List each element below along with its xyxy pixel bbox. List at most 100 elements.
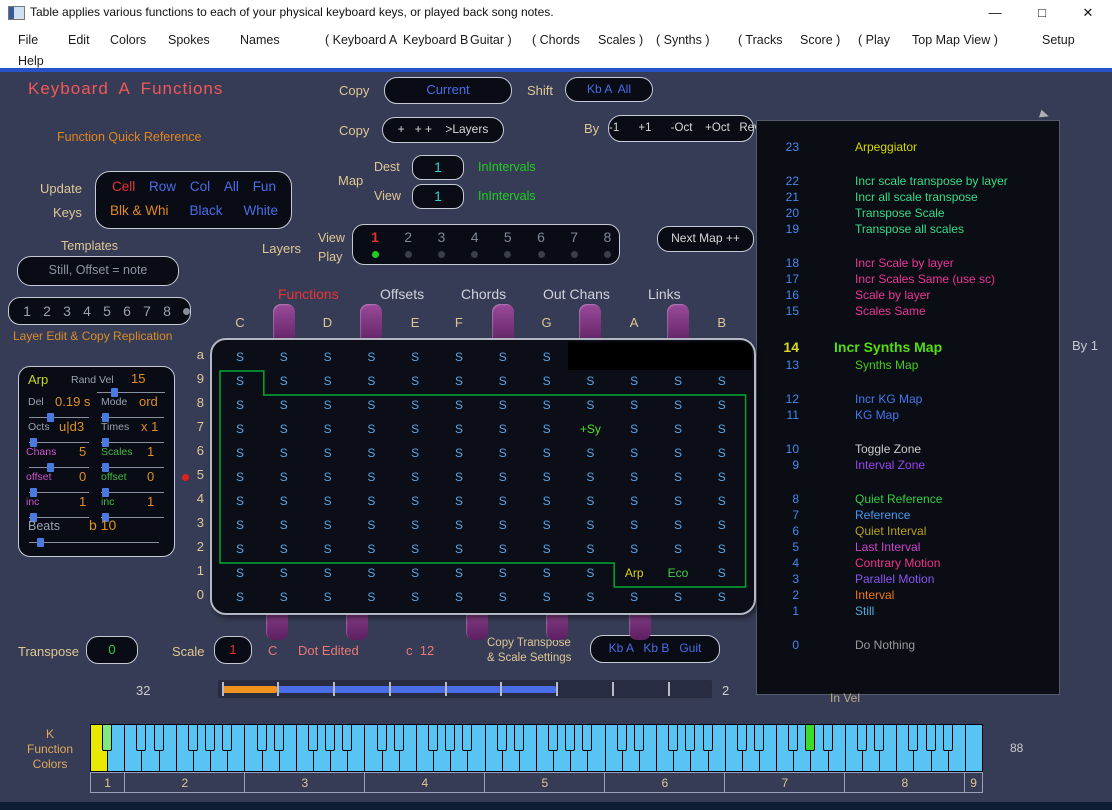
menu-item-scales[interactable]: Scales )	[598, 33, 643, 47]
function-row-17[interactable]: 17Incr Scales Same (use sc)	[757, 271, 1059, 287]
layer-play-dot[interactable]	[504, 251, 511, 258]
update-scope-cell[interactable]: Cell	[112, 179, 135, 194]
function-row-3[interactable]: 3Parallel Motion	[757, 571, 1059, 587]
tab-functions[interactable]: Functions	[278, 286, 339, 302]
del-slider[interactable]	[29, 417, 89, 418]
menu-item-keyboard-b[interactable]: Keyboard B	[403, 33, 468, 47]
function-row-12[interactable]: 12Incr KG Map	[757, 391, 1059, 407]
piano-black-key[interactable]	[908, 724, 918, 751]
copy-targets-button[interactable]: Kb A Kb B Guit	[590, 635, 720, 663]
shift-by-button[interactable]: -1 +1 -Oct +Oct Rev	[608, 115, 754, 142]
piano-black-key[interactable]	[325, 724, 335, 751]
function-row-16[interactable]: 16Scale by layer	[757, 287, 1059, 303]
piano-black-key[interactable]	[617, 724, 627, 751]
piano-black-key[interactable]	[102, 724, 112, 751]
layer-edit-number[interactable]: 2	[37, 303, 57, 319]
layer-play-dot[interactable]	[438, 251, 445, 258]
menu-item-help[interactable]: Help	[18, 54, 44, 68]
function-row-0[interactable]: 0Do Nothing	[757, 637, 1059, 653]
function-row-14[interactable]: 14Incr Synths Map	[757, 337, 1059, 357]
menu-item-names[interactable]: Names	[240, 33, 280, 47]
update-scope-all[interactable]: All	[224, 179, 239, 194]
menu-item-spokes[interactable]: Spokes	[168, 33, 210, 47]
menu-item-guitar[interactable]: Guitar )	[470, 33, 512, 47]
rand-vel-slider[interactable]	[97, 392, 165, 393]
update-scope-row[interactable]: Row	[149, 179, 176, 194]
piano-black-key[interactable]	[428, 724, 438, 751]
layer-edit-number[interactable]: 7	[137, 303, 157, 319]
function-row-10[interactable]: 10Toggle Zone	[757, 441, 1059, 457]
layer-edit-number[interactable]: 1	[17, 303, 37, 319]
map-view-field[interactable]: 1	[412, 184, 464, 209]
piano-black-key[interactable]	[685, 724, 695, 751]
layer-view-number[interactable]: 2	[398, 229, 418, 245]
layer-edit-number[interactable]: 6	[117, 303, 137, 319]
layer-edit-number[interactable]: 3	[57, 303, 77, 319]
layer-view-number[interactable]: 4	[465, 229, 485, 245]
update-keycolor-blk-whi[interactable]: Blk & Whi	[110, 203, 169, 218]
piano-black-key[interactable]	[257, 724, 267, 751]
tab-out-chans[interactable]: Out Chans	[543, 286, 610, 302]
function-row-2[interactable]: 2Interval	[757, 587, 1059, 603]
octs-slider[interactable]	[29, 442, 89, 443]
function-row-4[interactable]: 4Contrary Motion	[757, 555, 1059, 571]
function-row-20[interactable]: 20Transpose Scale	[757, 205, 1059, 221]
minimize-button[interactable]: —	[980, 3, 1010, 22]
piano-black-key[interactable]	[788, 724, 798, 751]
layer-view-number[interactable]: 8	[597, 229, 617, 245]
menu-item-chords[interactable]: ( Chords	[532, 33, 580, 47]
next-map-button[interactable]: Next Map ++	[657, 226, 754, 252]
piano-black-key[interactable]	[565, 724, 575, 751]
function-row-7[interactable]: 7Reference	[757, 507, 1059, 523]
menu-item-score[interactable]: Score )	[800, 33, 840, 47]
copy-layers-button[interactable]: + + + >Layers	[382, 117, 504, 143]
function-row-9[interactable]: 9Interval Zone	[757, 457, 1059, 473]
piano-black-key[interactable]	[342, 724, 352, 751]
offset-right-slider[interactable]	[101, 492, 164, 493]
beats-slider[interactable]	[29, 542, 159, 543]
templates-selector[interactable]: Still, Offset = note	[17, 256, 179, 286]
piano-black-key[interactable]	[136, 724, 146, 751]
function-row-13[interactable]: 13Synths Map	[757, 357, 1059, 373]
piano-black-key[interactable]	[377, 724, 387, 751]
maximize-button[interactable]: □	[1027, 3, 1057, 22]
piano-black-key[interactable]	[308, 724, 318, 751]
layer-view-number[interactable]: 5	[498, 229, 518, 245]
piano-black-key[interactable]	[857, 724, 867, 751]
range-bar-blue[interactable]	[277, 686, 556, 693]
menu-item-play[interactable]: ( Play	[858, 33, 890, 47]
function-quick-reference-link[interactable]: Function Quick Reference	[57, 130, 202, 144]
menu-item-synths[interactable]: ( Synths )	[656, 33, 710, 47]
function-row-8[interactable]: 8Quiet Reference	[757, 491, 1059, 507]
layer-view-number[interactable]: 6	[531, 229, 551, 245]
function-row-1[interactable]: 1Still	[757, 603, 1059, 619]
piano-black-key[interactable]	[394, 724, 404, 751]
piano-black-key[interactable]	[754, 724, 764, 751]
piano-black-key[interactable]	[926, 724, 936, 751]
piano-black-key[interactable]	[823, 724, 833, 751]
map-dest-field[interactable]: 1	[412, 155, 464, 180]
inc-left-slider[interactable]	[29, 517, 89, 518]
function-row-6[interactable]: 6Quiet Interval	[757, 523, 1059, 539]
piano-black-key[interactable]	[222, 724, 232, 751]
update-keycolor-white[interactable]: White	[243, 203, 278, 218]
layer-play-dot[interactable]	[405, 251, 412, 258]
function-row-22[interactable]: 22Incr scale transpose by layer	[757, 173, 1059, 189]
piano-black-key[interactable]	[634, 724, 644, 751]
layer-play-dot[interactable]	[571, 251, 578, 258]
offset-left-slider[interactable]	[29, 492, 89, 493]
layer-view-number[interactable]: 7	[564, 229, 584, 245]
piano-black-key[interactable]	[274, 724, 284, 751]
piano-black-key[interactable]	[737, 724, 747, 751]
times-slider[interactable]	[101, 442, 164, 443]
piano-black-key[interactable]	[943, 724, 953, 751]
beats-slider-thumb[interactable]	[37, 538, 44, 547]
copy-mode-button[interactable]: Current	[384, 77, 512, 104]
function-row-11[interactable]: 11KG Map	[757, 407, 1059, 423]
menu-item-edit[interactable]: Edit	[68, 33, 90, 47]
piano-black-key[interactable]	[668, 724, 678, 751]
update-scope-col[interactable]: Col	[190, 179, 210, 194]
piano-black-key[interactable]	[205, 724, 215, 751]
piano-black-key[interactable]	[188, 724, 198, 751]
piano-black-key[interactable]	[497, 724, 507, 751]
